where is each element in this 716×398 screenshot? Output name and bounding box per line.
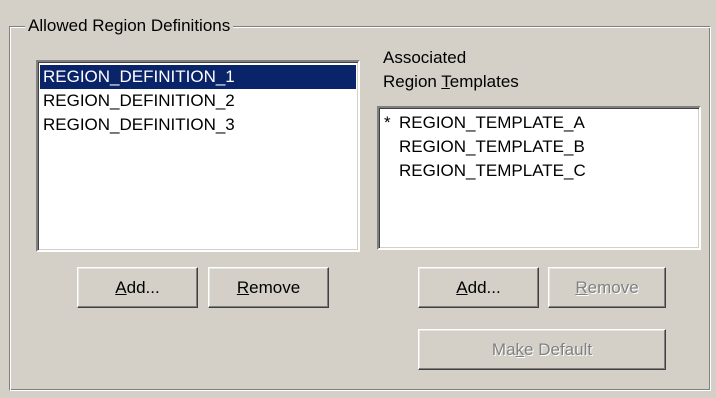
region-templates-label: Region Templates bbox=[383, 72, 519, 91]
region-definitions-list[interactable]: REGION_DEFINITION_1 REGION_DEFINITION_2 … bbox=[36, 60, 360, 252]
list-item[interactable]: REGION_TEMPLATE_B bbox=[381, 135, 697, 159]
region-templates-list[interactable]: * REGION_TEMPLATE_A REGION_TEMPLATE_B REG… bbox=[377, 106, 701, 250]
list-item[interactable]: * REGION_TEMPLATE_A bbox=[381, 111, 697, 135]
group-title: Allowed Region Definitions bbox=[25, 16, 234, 36]
list-item[interactable]: REGION_TEMPLATE_C bbox=[381, 159, 697, 183]
remove-definition-button[interactable]: Remove bbox=[208, 267, 329, 308]
list-item[interactable]: REGION_DEFINITION_2 bbox=[40, 89, 356, 113]
default-marker: * bbox=[384, 113, 391, 132]
add-template-button[interactable]: Add... bbox=[418, 267, 539, 308]
list-item[interactable]: REGION_DEFINITION_3 bbox=[40, 113, 356, 137]
associated-label: Associated bbox=[383, 48, 467, 67]
add-definition-button[interactable]: Add... bbox=[77, 267, 198, 308]
make-default-button[interactable]: Ma k e Default bbox=[418, 329, 666, 370]
remove-template-button[interactable]: Remove bbox=[548, 267, 666, 308]
list-item[interactable]: REGION_DEFINITION_1 bbox=[40, 65, 356, 89]
